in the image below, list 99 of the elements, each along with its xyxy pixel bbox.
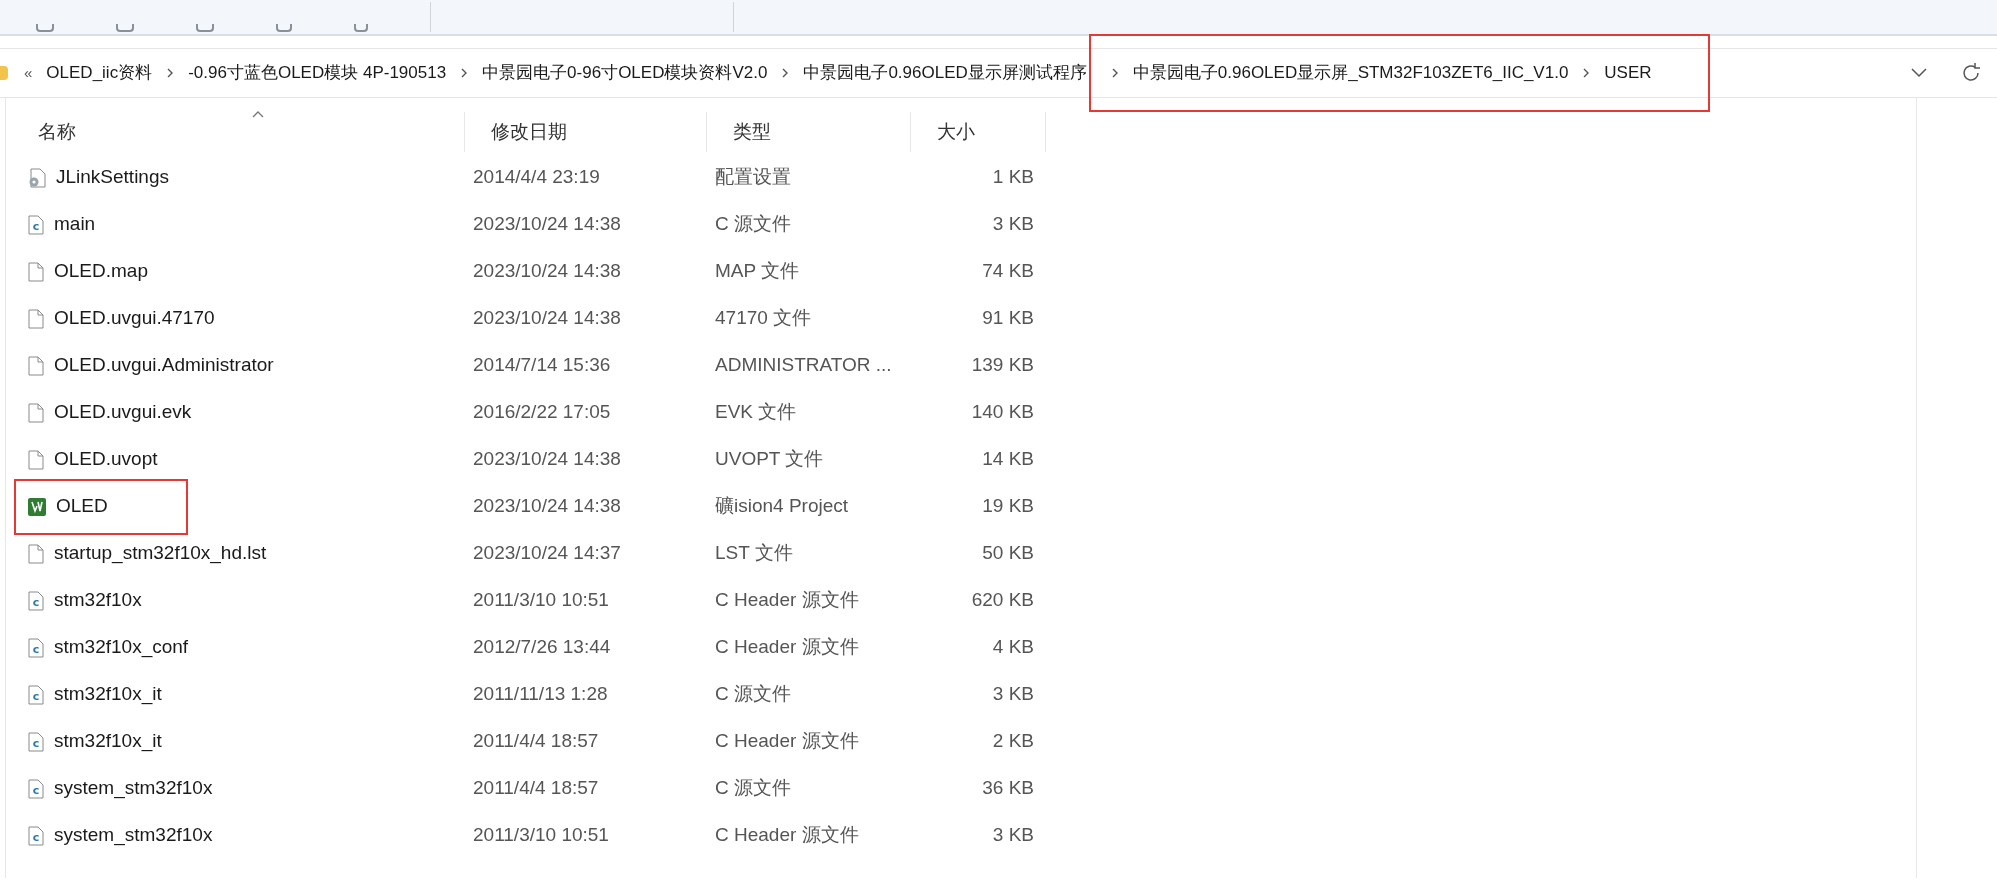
column-header[interactable]: 修改日期 <box>491 117 567 147</box>
modified-date: 2016/2/22 17:05 <box>473 401 611 423</box>
file-size: 3 KB <box>992 824 1034 846</box>
column-header[interactable]: 名称 <box>38 117 76 147</box>
modified-date: 2023/10/24 14:38 <box>473 448 621 470</box>
file-type: C Header 源文件 <box>715 636 859 658</box>
column-header[interactable]: 类型 <box>733 117 771 147</box>
file-type: C Header 源文件 <box>715 589 859 611</box>
file-size: 19 KB <box>982 495 1034 517</box>
file-icon <box>28 308 44 329</box>
file-type: C Header 源文件 <box>715 824 859 846</box>
file-icon <box>28 355 44 376</box>
file-size: 74 KB <box>982 260 1034 282</box>
file-size: 50 KB <box>982 542 1034 564</box>
modified-date: 2014/4/4 23:19 <box>473 166 600 188</box>
file-type: C 源文件 <box>715 777 791 799</box>
file-name[interactable]: startup_stm32f10x_hd.lst <box>54 539 267 568</box>
file-icon <box>28 261 44 282</box>
c-file-icon: c <box>28 684 44 705</box>
overflow-chevron[interactable]: « <box>24 61 33 85</box>
file-name[interactable]: OLED.uvopt <box>54 445 158 474</box>
file-size: 14 KB <box>982 448 1034 470</box>
c-file-icon: c <box>28 637 44 658</box>
modified-date: 2023/10/24 14:38 <box>473 307 621 329</box>
c-file-icon: c <box>28 731 44 752</box>
chevron-icon <box>166 67 175 79</box>
modified-date: 2014/7/14 15:36 <box>473 354 611 376</box>
breadcrumb-item[interactable]: 中景园电子0.96OLED显示屏_STM32F103ZET6_IIC_V1.0 <box>1132 60 1569 86</box>
modified-date: 2011/3/10 10:51 <box>473 824 609 846</box>
modified-date: 2011/3/10 10:51 <box>473 589 609 611</box>
file-type: LST 文件 <box>715 542 793 564</box>
file-name[interactable]: OLED.uvgui.evk <box>54 398 192 427</box>
file-name[interactable]: OLED.map <box>54 257 148 286</box>
file-size: 2 KB <box>992 730 1034 752</box>
modified-date: 2011/4/4 18:57 <box>473 730 599 752</box>
file-name[interactable]: OLED <box>56 492 108 521</box>
file-type: MAP 文件 <box>715 260 800 282</box>
file-type: 47170 文件 <box>715 307 812 329</box>
chevron-icon <box>1110 67 1119 79</box>
file-size: 3 KB <box>992 213 1034 235</box>
file-type: C 源文件 <box>715 683 791 705</box>
toolbar-icon[interactable] <box>276 24 292 32</box>
chevron-icon <box>781 67 790 79</box>
toolbar-icon[interactable] <box>196 24 214 32</box>
file-type: 配置设置 <box>715 166 791 188</box>
file-type: EVK 文件 <box>715 401 797 423</box>
toolbar-icon[interactable] <box>36 24 54 32</box>
breadcrumb-item[interactable]: -0.96寸蓝色OLED模块 4P-190513 <box>188 60 447 86</box>
settings-file-icon <box>28 167 46 188</box>
project-icon <box>28 497 46 516</box>
file-type: ADMINISTRATOR ... <box>715 354 892 376</box>
modified-date: 2023/10/24 14:37 <box>473 542 621 564</box>
file-icon <box>28 543 44 564</box>
c-file-icon: c <box>28 214 44 235</box>
file-name[interactable]: system_stm32f10x <box>54 821 213 850</box>
file-name[interactable]: OLED.uvgui.Administrator <box>54 351 274 380</box>
file-type: 礦ision4 Project <box>715 495 849 517</box>
breadcrumb-item[interactable]: 中景园电子0.96OLED显示屏测试程序 <box>803 60 1087 86</box>
c-file-icon: c <box>28 778 44 799</box>
file-name[interactable]: OLED.uvgui.47170 <box>54 304 215 333</box>
c-file-icon: c <box>28 825 44 846</box>
column-header[interactable]: 大小 <box>937 117 975 147</box>
file-icon <box>28 449 44 470</box>
file-name[interactable]: stm32f10x_it <box>54 727 162 756</box>
file-name[interactable]: system_stm32f10x <box>54 774 213 803</box>
folder-icon <box>0 66 8 80</box>
file-size: 36 KB <box>982 777 1034 799</box>
toolbar-icon[interactable] <box>354 24 368 32</box>
modified-date: 2011/4/4 18:57 <box>473 777 599 799</box>
dropdown-icon[interactable] <box>1910 66 1928 78</box>
modified-date: 2023/10/24 14:38 <box>473 260 621 282</box>
file-size: 139 KB <box>971 354 1034 376</box>
file-size: 1 KB <box>992 166 1034 188</box>
file-type: UVOPT 文件 <box>715 448 824 470</box>
breadcrumb-item[interactable]: USER <box>1604 60 1652 86</box>
modified-date: 2012/7/26 13:44 <box>473 636 611 658</box>
file-name[interactable]: stm32f10x <box>54 586 142 615</box>
file-size: 620 KB <box>971 589 1034 611</box>
file-name[interactable]: stm32f10x_it <box>54 680 162 709</box>
breadcrumb-item[interactable]: OLED_iic资料 <box>46 60 153 86</box>
modified-date: 2011/11/13 1:28 <box>473 683 608 705</box>
modified-date: 2023/10/24 14:38 <box>473 213 621 235</box>
file-name[interactable]: main <box>54 210 96 239</box>
file-name[interactable]: stm32f10x_conf <box>54 633 189 662</box>
file-name[interactable]: JLinkSettings <box>56 163 169 192</box>
c-file-icon: c <box>28 590 44 611</box>
file-type: C 源文件 <box>715 213 791 235</box>
file-size: 4 KB <box>992 636 1034 658</box>
chevron-icon <box>460 67 469 79</box>
file-size: 3 KB <box>992 683 1034 705</box>
file-size: 91 KB <box>982 307 1034 329</box>
file-size: 140 KB <box>971 401 1034 423</box>
breadcrumb-item[interactable]: 中景园电子0-96寸OLED模块资料V2.0 <box>482 60 768 86</box>
refresh-icon[interactable] <box>1960 62 1982 84</box>
toolbar-icon[interactable] <box>116 24 134 32</box>
file-type: C Header 源文件 <box>715 730 859 752</box>
file-icon <box>28 402 44 423</box>
chevron-icon <box>1582 67 1591 79</box>
modified-date: 2023/10/24 14:38 <box>473 495 621 517</box>
